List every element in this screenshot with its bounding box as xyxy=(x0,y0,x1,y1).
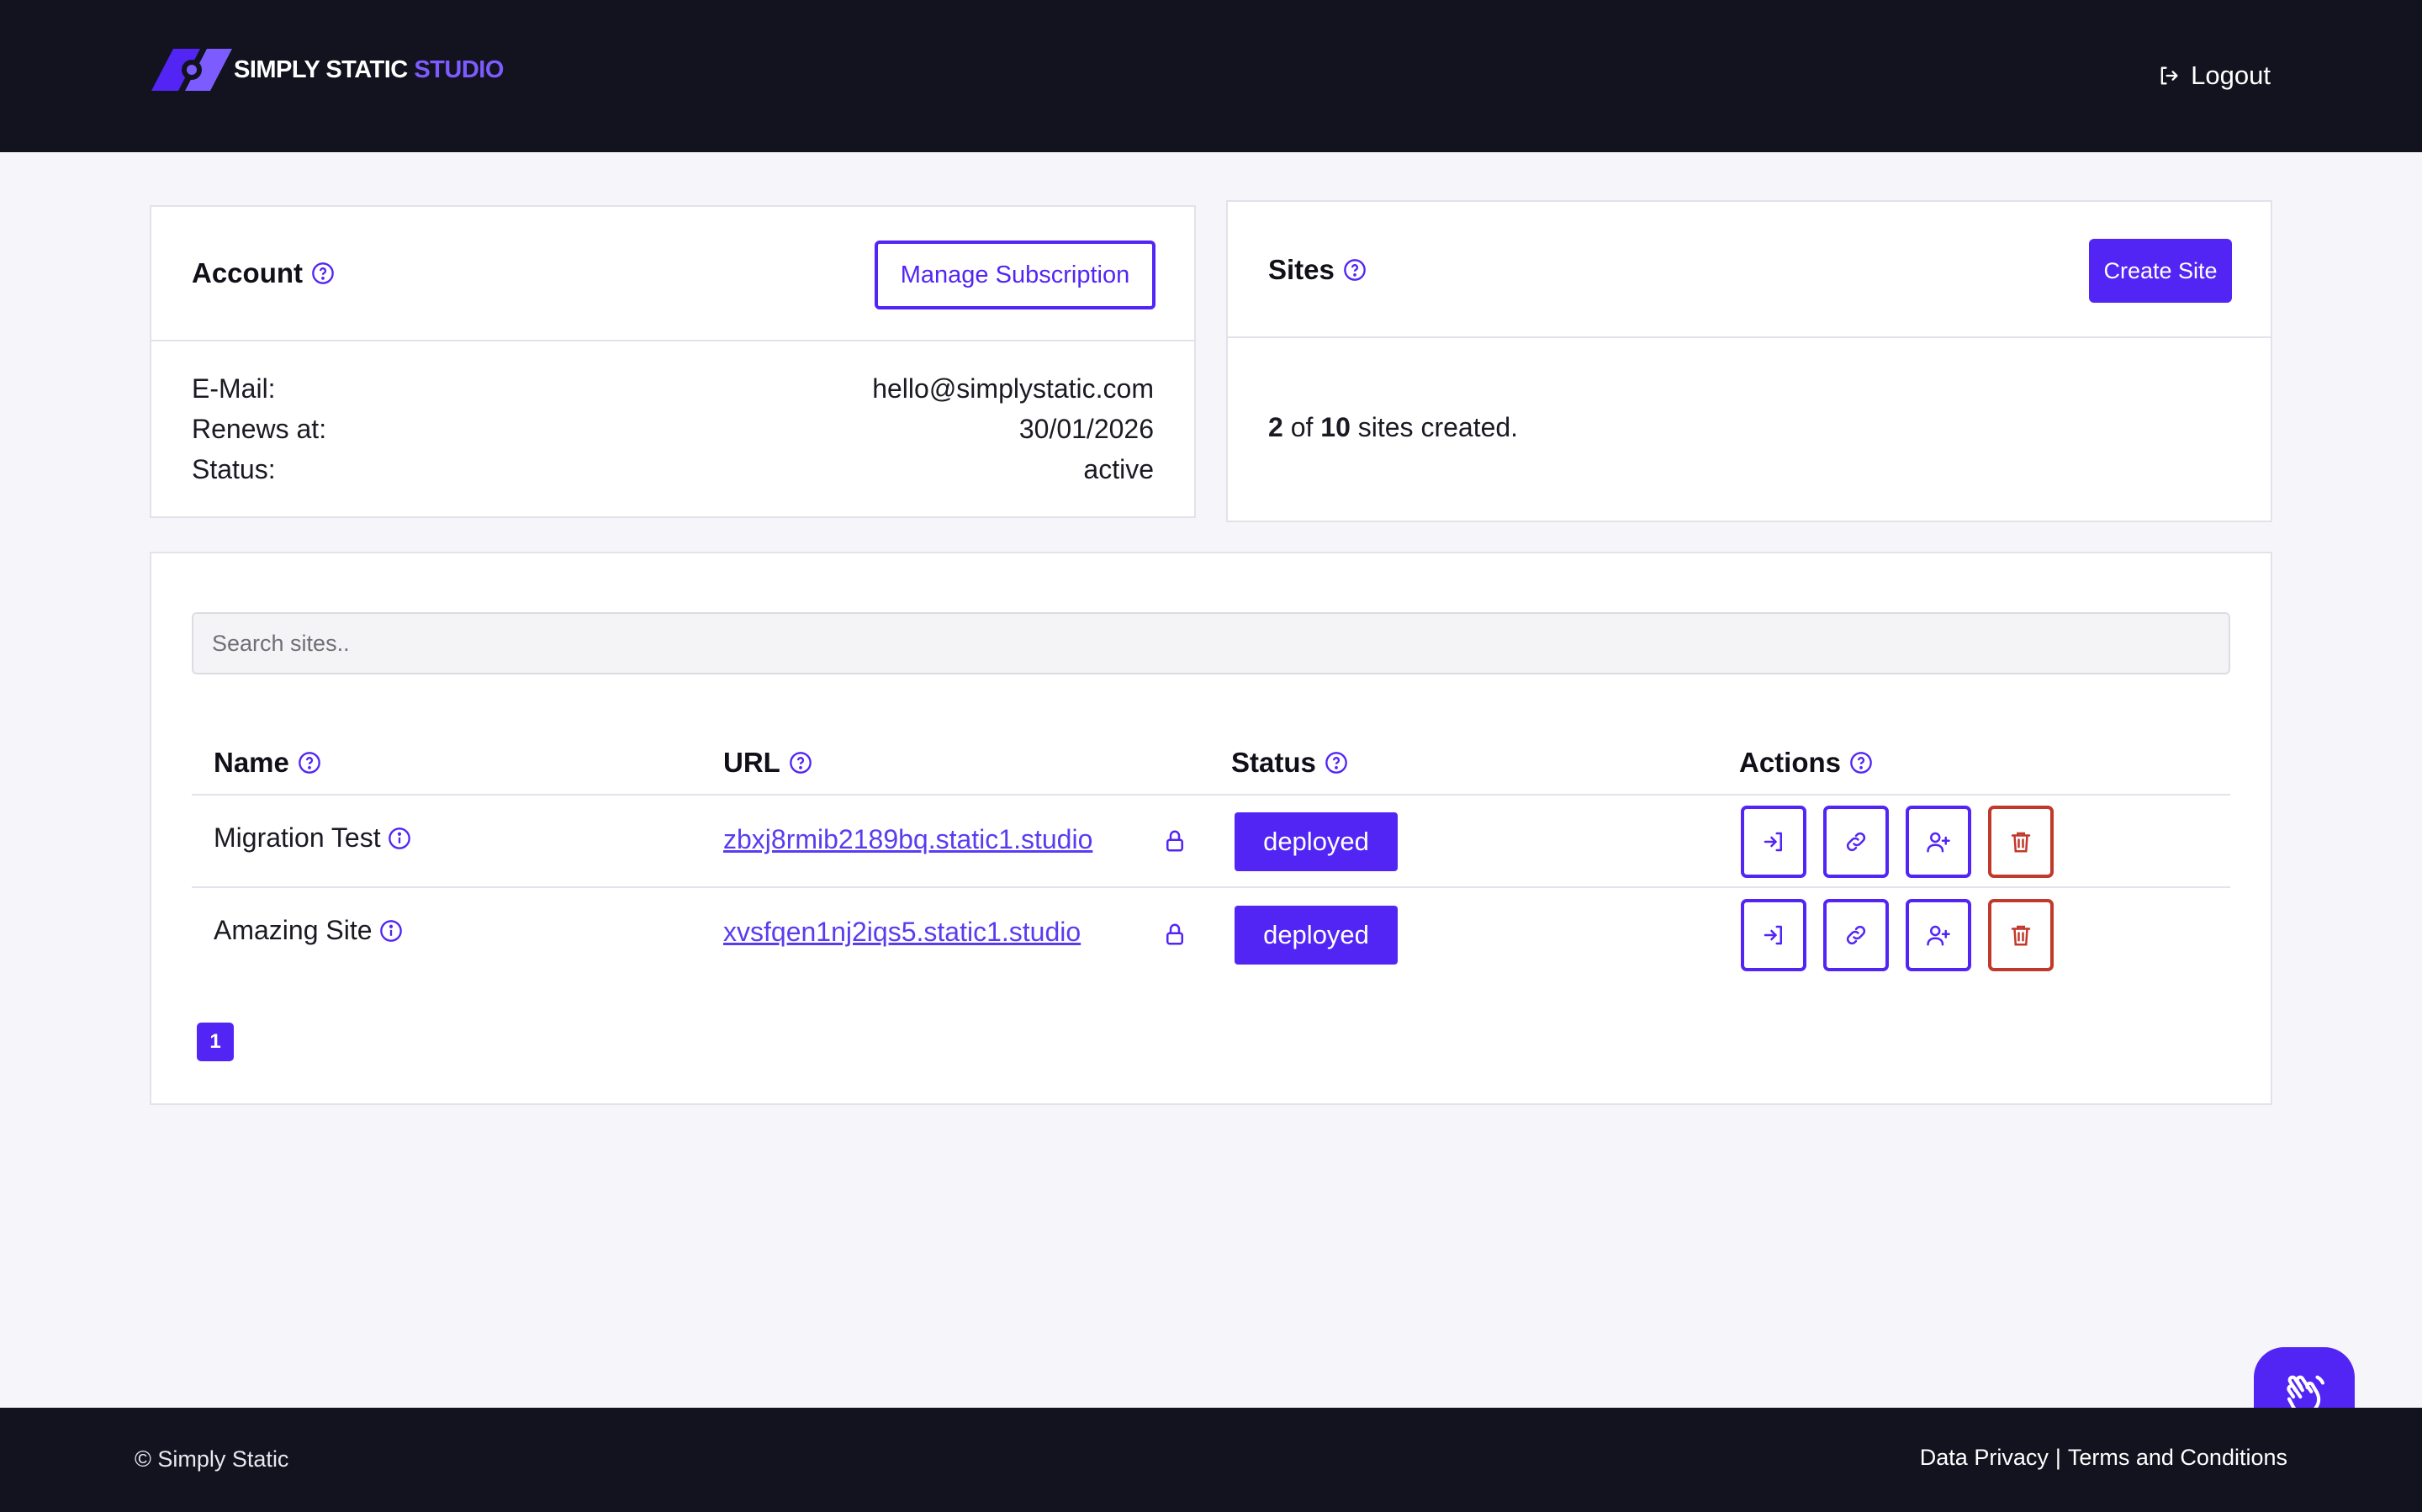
sites-count-text: 2 of 10 sites created. xyxy=(1268,412,1518,443)
sites-title: Sites xyxy=(1268,254,1367,286)
add-user-icon xyxy=(1927,925,1950,946)
site-url-link[interactable]: xvsfqen1nj2iqs5.static1.studio xyxy=(723,917,1081,948)
account-card-header: Account Manage Subscription xyxy=(151,207,1194,341)
help-icon[interactable] xyxy=(1325,751,1348,775)
account-title: Account xyxy=(192,257,335,289)
logout-label: Logout xyxy=(2191,61,2271,90)
logo-text: SIMPLY STATIC STUDIO xyxy=(234,56,504,84)
site-name-cell: Amazing Site xyxy=(214,915,403,946)
login-icon xyxy=(1764,832,1782,852)
copy-link-button[interactable] xyxy=(1823,899,1889,971)
renews-label: Renews at: xyxy=(192,413,327,444)
column-header-name-label: Name xyxy=(214,747,289,778)
logo-mark-icon xyxy=(151,49,232,91)
help-icon[interactable] xyxy=(1849,751,1873,775)
column-header-actions-label: Actions xyxy=(1739,747,1842,778)
lock-icon[interactable] xyxy=(1162,922,1187,947)
login-site-button[interactable] xyxy=(1741,806,1806,878)
site-url-link[interactable]: zbxj8rmib2189bq.static1.studio xyxy=(723,824,1092,855)
logout-button[interactable]: Logout xyxy=(2157,59,2271,93)
logo-text-accent: STUDIO xyxy=(414,56,504,83)
sites-card-header: Sites Create Site xyxy=(1228,202,2271,338)
delete-site-button[interactable] xyxy=(1988,806,2054,878)
column-header-url-label: URL xyxy=(723,747,780,778)
help-icon[interactable] xyxy=(1343,258,1367,282)
login-site-button[interactable] xyxy=(1741,899,1806,971)
status-label: Status: xyxy=(192,453,276,484)
renews-value: 30/01/2026 xyxy=(1018,413,1154,444)
terms-link[interactable]: Terms and Conditions xyxy=(2068,1445,2287,1471)
email-value: hello@simplystatic.com xyxy=(872,373,1154,404)
top-navbar: SIMPLY STATIC STUDIO Logout xyxy=(0,0,2422,152)
column-header-name: Name xyxy=(214,747,321,779)
renews-row: Renews at: 30/01/2026 xyxy=(192,410,1154,447)
column-header-url: URL xyxy=(723,747,812,779)
help-icon[interactable] xyxy=(298,751,321,775)
column-header-status-label: Status xyxy=(1231,747,1316,778)
trash-icon xyxy=(2011,925,2031,946)
search-input[interactable] xyxy=(192,612,2230,674)
site-name: Amazing Site xyxy=(214,915,373,945)
add-user-button[interactable] xyxy=(1906,806,1971,878)
logo-text-main: SIMPLY STATIC xyxy=(234,56,408,83)
status-badge: deployed xyxy=(1235,812,1398,871)
lock-icon[interactable] xyxy=(1162,828,1187,854)
status-row: Status: active xyxy=(192,451,1154,488)
footer-links: Data Privacy | Terms and Conditions xyxy=(1920,1445,2287,1471)
sites-table-card: Name URL Status Actions Migration Test z… xyxy=(150,552,2272,1105)
footer: © Simply Static Data Privacy | Terms and… xyxy=(0,1408,2422,1512)
email-row: E-Mail: hello@simplystatic.com xyxy=(192,370,1154,407)
logout-icon xyxy=(2160,66,2178,85)
copyright-text: © Simply Static xyxy=(135,1446,289,1472)
help-icon[interactable] xyxy=(311,262,335,285)
brand-logo[interactable]: SIMPLY STATIC STUDIO xyxy=(151,47,504,93)
status-value: active xyxy=(1083,453,1154,484)
info-icon[interactable] xyxy=(379,919,403,943)
data-privacy-link[interactable]: Data Privacy xyxy=(1920,1445,2049,1471)
manage-subscription-button[interactable]: Manage Subscription xyxy=(875,241,1155,309)
sites-count-suffix: sites created. xyxy=(1357,412,1519,442)
sites-created-count: 2 xyxy=(1268,412,1283,442)
delete-site-button[interactable] xyxy=(1988,899,2054,971)
copy-link-button[interactable] xyxy=(1823,806,1889,878)
link-icon xyxy=(1846,832,1866,852)
account-title-text: Account xyxy=(192,257,303,288)
sites-card: Sites Create Site 2 of 10 sites created. xyxy=(1226,200,2272,522)
status-badge: deployed xyxy=(1235,906,1398,965)
site-name-cell: Migration Test xyxy=(214,822,411,854)
column-header-status: Status xyxy=(1231,747,1348,779)
info-icon[interactable] xyxy=(388,827,411,850)
link-icon xyxy=(1846,925,1866,945)
help-icon[interactable] xyxy=(789,751,812,775)
sites-count-of: of xyxy=(1290,412,1314,442)
create-site-button[interactable]: Create Site xyxy=(2089,239,2232,303)
column-header-actions: Actions xyxy=(1739,747,1873,779)
add-user-icon xyxy=(1927,832,1950,853)
trash-icon xyxy=(2011,832,2031,853)
email-label: E-Mail: xyxy=(192,373,276,404)
footer-separator: | xyxy=(2054,1445,2061,1470)
add-user-button[interactable] xyxy=(1906,899,1971,971)
login-icon xyxy=(1764,925,1782,945)
sites-total-count: 10 xyxy=(1320,412,1351,442)
table-header-divider xyxy=(192,794,2230,796)
table-row-divider xyxy=(192,886,2230,888)
account-card: Account Manage Subscription E-Mail: hell… xyxy=(150,205,1196,518)
site-name: Migration Test xyxy=(214,822,381,853)
sites-title-text: Sites xyxy=(1268,254,1335,285)
pagination-page-button[interactable]: 1 xyxy=(197,1023,234,1061)
